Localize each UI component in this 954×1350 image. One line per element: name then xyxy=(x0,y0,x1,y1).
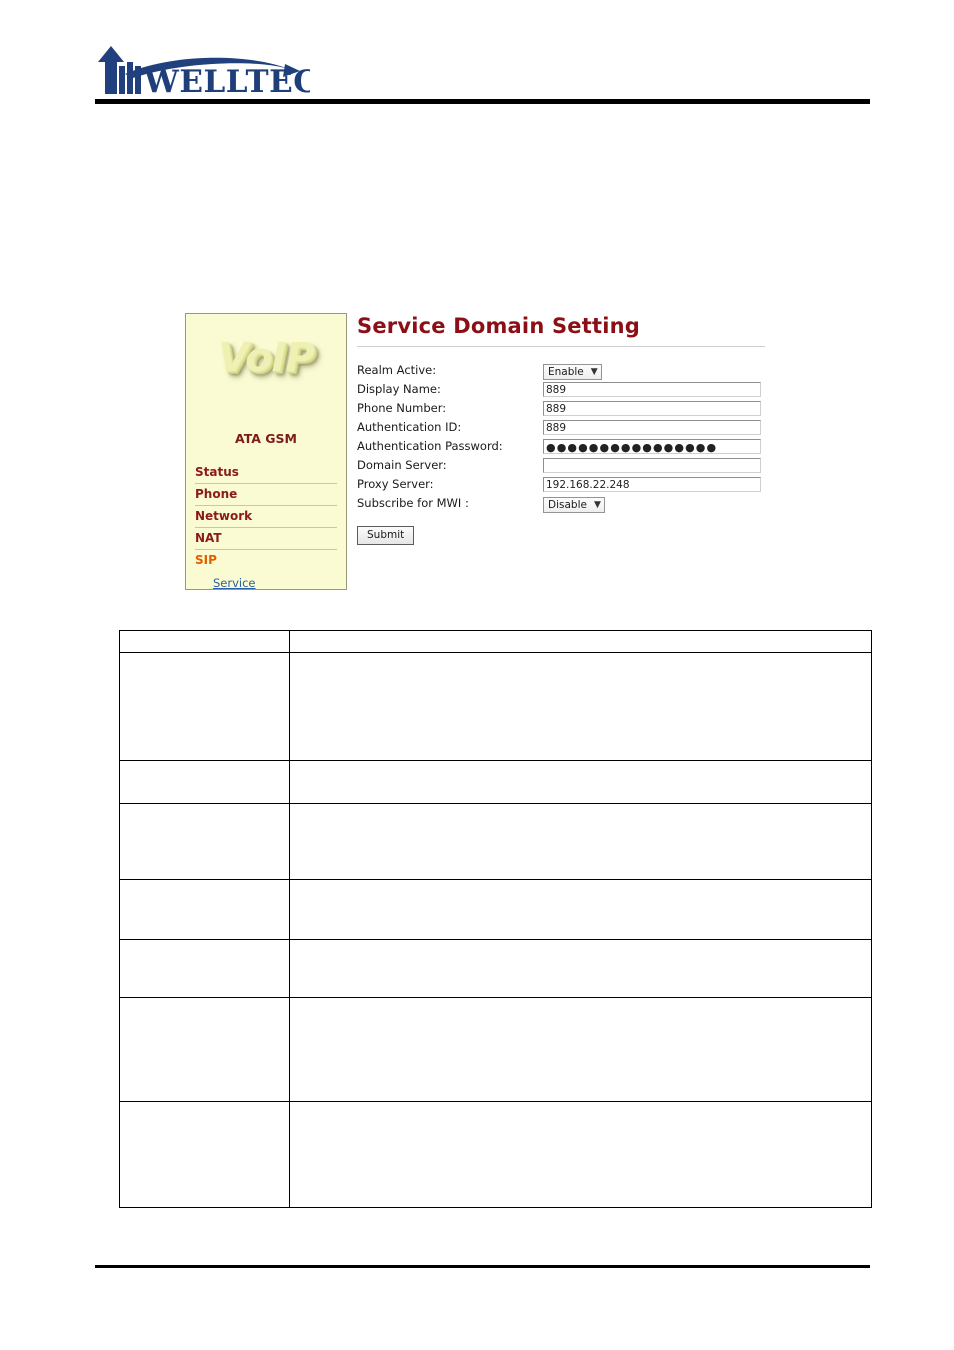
table-cell-description xyxy=(289,939,872,998)
table-cell-label xyxy=(119,1101,290,1208)
table-cell-label xyxy=(119,939,290,998)
form-row-proxy-server: Proxy Server: 192.168.22.248 xyxy=(357,475,777,494)
page-header: WELLTECH xyxy=(95,44,870,106)
voip-logo: VoIP xyxy=(186,326,346,394)
realm-active-select[interactable]: Enable ▼ xyxy=(543,363,602,380)
table-row xyxy=(119,939,872,998)
device-model-label: ATA GSM xyxy=(235,431,297,446)
table-cell-label xyxy=(119,997,290,1102)
table-row xyxy=(119,1101,872,1208)
submit-button[interactable]: Submit xyxy=(357,526,415,545)
table-cell-label xyxy=(119,760,290,804)
voip-logo-text: VoIP xyxy=(218,335,315,381)
proxy-server-input[interactable]: 192.168.22.248 xyxy=(543,477,761,492)
label-phone-number: Phone Number: xyxy=(357,401,447,415)
table-cell-description xyxy=(289,997,872,1102)
table-cell-label xyxy=(119,803,290,880)
brand-wordmark: WELLTECH xyxy=(143,64,310,96)
sidebar-item-status[interactable]: Status xyxy=(195,462,337,484)
field-phone-number: 889 xyxy=(543,401,761,416)
label-authentication-password: Authentication Password: xyxy=(357,439,503,453)
label-proxy-server: Proxy Server: xyxy=(357,477,434,491)
phone-number-input[interactable]: 889 xyxy=(543,401,761,416)
table-cell-description xyxy=(289,760,872,804)
field-subscribe-mwi: Disable ▼ xyxy=(543,495,605,513)
footer-divider xyxy=(95,1265,870,1268)
sidebar-item-nat[interactable]: NAT xyxy=(195,528,337,550)
form-row-display-name: Display Name: 889 xyxy=(357,380,777,399)
field-domain-server xyxy=(543,458,761,473)
field-authentication-id: 889 xyxy=(543,420,761,435)
table-cell-description xyxy=(289,630,872,653)
authentication-password-input[interactable]: ●●●●●●●●●●●●●●●● xyxy=(543,439,761,454)
label-subscribe-mwi: Subscribe for MWI : xyxy=(357,496,469,510)
device-nav-menu: Status Phone Network NAT SIP Service xyxy=(195,462,337,590)
table-row xyxy=(119,630,872,653)
form-row-subscribe-mwi: Subscribe for MWI : Disable ▼ xyxy=(357,494,777,513)
table-cell-description xyxy=(289,803,872,880)
table-cell-label xyxy=(119,879,290,940)
field-display-name: 889 xyxy=(543,382,761,397)
table-cell-description xyxy=(289,879,872,940)
table-cell-description xyxy=(289,1101,872,1208)
description-table xyxy=(119,630,872,1208)
authentication-id-input[interactable]: 889 xyxy=(543,420,761,435)
label-authentication-id: Authentication ID: xyxy=(357,420,462,434)
field-authentication-password: ●●●●●●●●●●●●●●●● xyxy=(543,439,761,454)
domain-server-input[interactable] xyxy=(543,458,761,473)
form-row-realm-active: Realm Active: Enable ▼ xyxy=(357,361,777,380)
table-row xyxy=(119,652,872,761)
label-domain-server: Domain Server: xyxy=(357,458,447,472)
table-row xyxy=(119,997,872,1102)
subscribe-mwi-select[interactable]: Disable ▼ xyxy=(543,496,605,513)
subscribe-mwi-value: Disable xyxy=(548,498,587,511)
field-proxy-server: 192.168.22.248 xyxy=(543,477,761,492)
form-row-authentication-id: Authentication ID: 889 xyxy=(357,418,777,437)
sidebar-item-network[interactable]: Network xyxy=(195,506,337,528)
submit-row: Submit xyxy=(357,525,777,545)
form-row-phone-number: Phone Number: 889 xyxy=(357,399,777,418)
table-row xyxy=(119,760,872,804)
table-row xyxy=(119,803,872,880)
table-cell-label xyxy=(119,652,290,761)
device-sidebar: VoIP ATA GSM Status Phone Network NAT SI… xyxy=(185,313,347,590)
welltech-logo: WELLTECH xyxy=(95,44,348,100)
display-name-input[interactable]: 889 xyxy=(543,382,761,397)
form-row-authentication-password: Authentication Password: ●●●●●●●●●●●●●●●… xyxy=(357,437,777,456)
label-display-name: Display Name: xyxy=(357,382,441,396)
chevron-down-icon: ▼ xyxy=(593,499,601,510)
field-realm-active: Enable ▼ xyxy=(543,362,602,380)
header-divider xyxy=(95,99,870,104)
sidebar-item-phone[interactable]: Phone xyxy=(195,484,337,506)
page-title: Service Domain Setting xyxy=(357,314,641,338)
device-content-pane: Service Domain Setting Realm Active: Ena… xyxy=(357,313,777,573)
label-realm-active: Realm Active: xyxy=(357,363,437,377)
chevron-down-icon: ▼ xyxy=(590,366,598,377)
table-cell-description xyxy=(289,652,872,761)
table-cell-label xyxy=(119,630,290,653)
table-row xyxy=(119,879,872,940)
realm-active-value: Enable xyxy=(548,365,584,378)
sidebar-subitem-service[interactable]: Service xyxy=(195,576,337,590)
title-divider xyxy=(357,346,765,347)
sidebar-item-sip[interactable]: SIP xyxy=(195,550,337,571)
device-web-ui: VoIP ATA GSM Status Phone Network NAT SI… xyxy=(185,313,785,593)
form-row-domain-server: Domain Server: xyxy=(357,456,777,475)
